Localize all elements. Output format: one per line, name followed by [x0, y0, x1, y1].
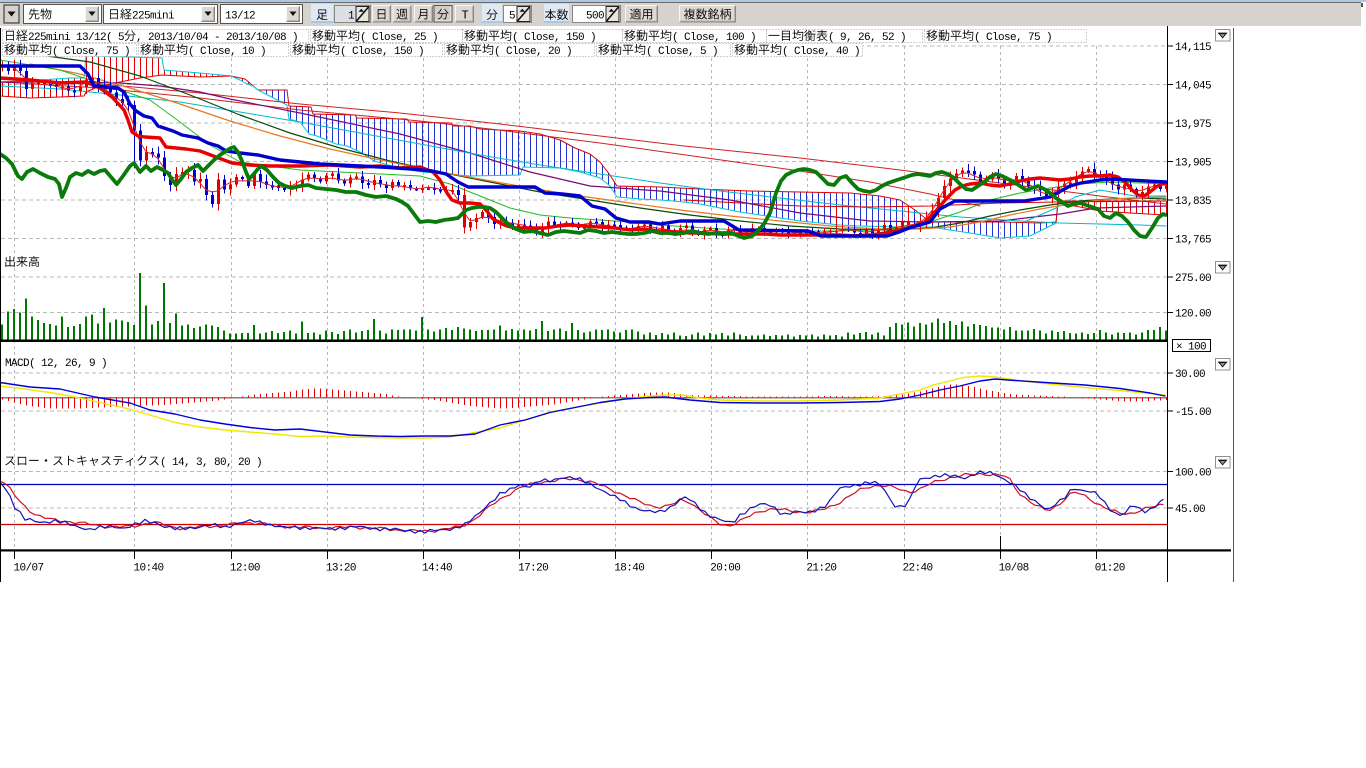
svg-text:100.00: 100.00	[1175, 468, 1211, 480]
svg-text:01:20: 01:20	[1095, 563, 1125, 575]
svg-text:1: 1	[348, 11, 355, 23]
svg-text:13,765: 13,765	[1175, 235, 1211, 247]
svg-text:( Close, 20 ): ( Close, 20 )	[494, 46, 572, 58]
svg-text:21:20: 21:20	[806, 563, 836, 575]
svg-text:× 100: × 100	[1176, 342, 1206, 354]
svg-text:10/07: 10/07	[14, 563, 44, 575]
svg-text:225mini: 225mini	[132, 11, 175, 23]
svg-text:MACD( 12, 26, 9 ): MACD( 12, 26, 9 )	[5, 358, 107, 370]
svg-text:20:00: 20:00	[710, 563, 740, 575]
svg-text:( Close, 10 ): ( Close, 10 )	[188, 46, 266, 58]
svg-text:14,045: 14,045	[1175, 81, 1211, 93]
svg-text:13,835: 13,835	[1175, 196, 1211, 208]
svg-text:( Close, 75 ): ( Close, 75 )	[52, 46, 130, 58]
svg-text:500: 500	[586, 11, 604, 23]
svg-text:12:00: 12:00	[230, 563, 260, 575]
svg-text:18:40: 18:40	[614, 563, 644, 575]
svg-text:13,905: 13,905	[1175, 158, 1211, 170]
svg-text:13,975: 13,975	[1175, 119, 1211, 131]
svg-text:10:40: 10:40	[134, 563, 164, 575]
svg-text:( Close, 150 ): ( Close, 150 )	[512, 32, 596, 44]
svg-text:( Close, 150 ): ( Close, 150 )	[340, 46, 424, 58]
svg-text:13:20: 13:20	[326, 563, 356, 575]
svg-text:17:20: 17:20	[518, 563, 548, 575]
svg-text:13/12: 13/12	[225, 11, 255, 23]
svg-text:( Close, 100 ): ( Close, 100 )	[672, 32, 756, 44]
svg-text:( Close, 25 ): ( Close, 25 )	[360, 32, 438, 44]
svg-text:120.00: 120.00	[1175, 309, 1211, 321]
svg-text:( Close, 40 ): ( Close, 40 )	[782, 46, 860, 58]
svg-text:, 2013/10/04 - 2013/10/08 ): , 2013/10/04 - 2013/10/08 )	[136, 32, 298, 44]
svg-text:T: T	[462, 9, 469, 23]
svg-text:14,115: 14,115	[1175, 42, 1211, 54]
svg-text:5: 5	[509, 11, 515, 23]
svg-text:10/08: 10/08	[999, 563, 1029, 575]
svg-text:( 9, 26, 52 ): ( 9, 26, 52 )	[828, 32, 906, 44]
svg-text:14:40: 14:40	[422, 563, 452, 575]
svg-text:-15.00: -15.00	[1175, 407, 1211, 419]
svg-text:45.00: 45.00	[1175, 504, 1205, 516]
svg-text:275.00: 275.00	[1175, 273, 1211, 285]
svg-text:30.00: 30.00	[1175, 369, 1205, 381]
svg-text:22:40: 22:40	[903, 563, 933, 575]
svg-text:( Close, 5 ): ( Close, 5 )	[646, 46, 718, 58]
svg-text:( Close, 75 ): ( Close, 75 )	[974, 32, 1052, 44]
svg-text:( 14, 3, 80, 20 ): ( 14, 3, 80, 20 )	[160, 457, 262, 469]
svg-text:225mini 13/12( 5: 225mini 13/12( 5	[28, 32, 124, 44]
